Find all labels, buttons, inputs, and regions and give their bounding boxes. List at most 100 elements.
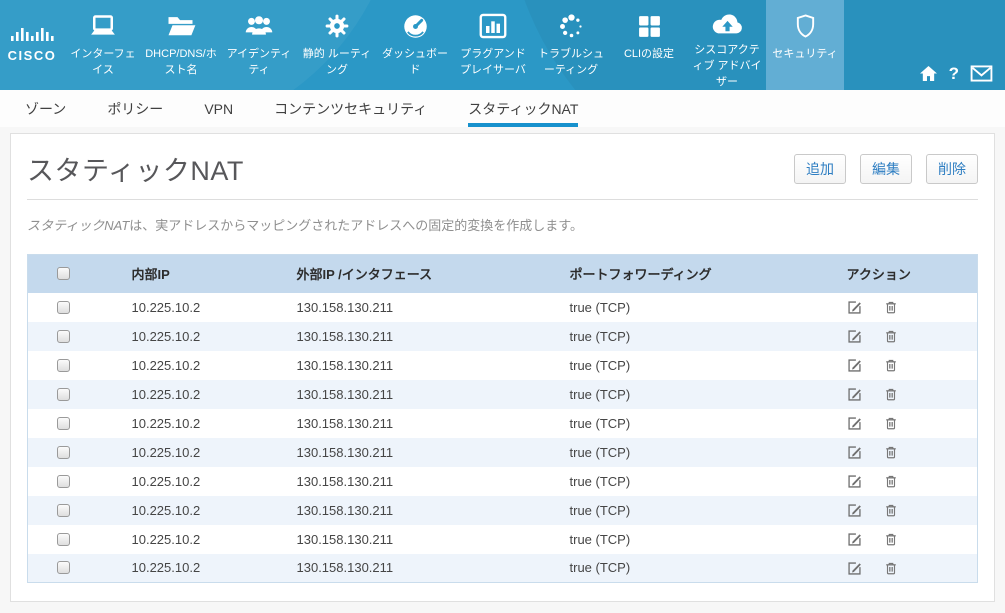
nav-item-interfaces[interactable]: インターフェイス [64, 0, 142, 90]
users-icon [244, 9, 274, 43]
trash-icon[interactable] [884, 474, 898, 489]
cell-actions [847, 554, 978, 583]
nav-item-dhcp-dns-hostname[interactable]: DHCP/DNS/ホスト名 [142, 0, 220, 90]
row-checkbox[interactable] [57, 359, 70, 372]
cell-external-ip: 130.158.130.211 [297, 351, 570, 380]
edit-icon[interactable] [847, 329, 862, 344]
select-all-checkbox[interactable] [57, 267, 70, 280]
row-select-cell [28, 554, 132, 583]
select-all-cell [28, 255, 132, 293]
row-select-cell [28, 380, 132, 409]
cisco-logo-text: CISCO [8, 48, 57, 63]
cell-internal-ip: 10.225.10.2 [132, 351, 297, 380]
row-checkbox[interactable] [57, 417, 70, 430]
static-nat-table: 内部IP 外部IP /インタフェース ポートフォワーディング アクション 10.… [27, 254, 978, 583]
trash-icon[interactable] [884, 561, 898, 576]
edit-icon[interactable] [847, 300, 862, 315]
delete-button[interactable]: 削除 [926, 154, 978, 184]
mail-icon[interactable] [970, 65, 993, 82]
tab-vpn[interactable]: VPN [204, 90, 233, 127]
edit-icon[interactable] [847, 561, 862, 576]
edit-icon[interactable] [847, 445, 862, 460]
edit-icon[interactable] [847, 503, 862, 518]
row-checkbox[interactable] [57, 561, 70, 574]
trash-icon[interactable] [884, 503, 898, 518]
row-checkbox[interactable] [57, 388, 70, 401]
nav-item-label: ダッシュボード [378, 46, 452, 78]
edit-icon[interactable] [847, 474, 862, 489]
cell-actions [847, 525, 978, 554]
cell-internal-ip: 10.225.10.2 [132, 438, 297, 467]
edit-button[interactable]: 編集 [860, 154, 912, 184]
cell-internal-ip: 10.225.10.2 [132, 554, 297, 583]
nav-item-cli-config[interactable]: CLIの設定 [610, 0, 688, 90]
edit-icon[interactable] [847, 387, 862, 402]
nav-item-cisco-active-advisor[interactable]: シスコアクティブ アドバイザー [688, 0, 766, 90]
cell-actions [847, 351, 978, 380]
cell-port-forwarding: true (TCP) [570, 467, 847, 496]
page-title: スタティックNAT [27, 149, 244, 188]
help-icon[interactable]: ? [949, 65, 959, 82]
cisco-logo-bars-icon [10, 27, 54, 46]
column-external-ip-interface: 外部IP /インタフェース [297, 255, 570, 293]
trash-icon[interactable] [884, 445, 898, 460]
description-text: は、実アドレスからマッピングされたアドレスへの固定的変換を作成します。 [129, 218, 583, 233]
row-checkbox[interactable] [57, 301, 70, 314]
cell-external-ip: 130.158.130.211 [297, 293, 570, 322]
cell-external-ip: 130.158.130.211 [297, 467, 570, 496]
description-emphasis: スタティックNAT [27, 218, 129, 233]
column-actions: アクション [847, 255, 978, 293]
panel-header: スタティックNAT 追加 編集 削除 [27, 134, 978, 199]
gear-icon [324, 9, 350, 43]
tab-content-security[interactable]: コンテンツセキュリティ [274, 90, 427, 127]
tab-zones[interactable]: ゾーン [25, 90, 66, 127]
nav-item-static-routing[interactable]: 静的 ルーティング [298, 0, 376, 90]
table-row: 10.225.10.2 130.158.130.211 true (TCP) [28, 409, 978, 438]
edit-icon[interactable] [847, 358, 862, 373]
trash-icon[interactable] [884, 358, 898, 373]
nav-item-dashboard[interactable]: ダッシュボード [376, 0, 454, 90]
home-icon[interactable] [919, 65, 938, 82]
cell-internal-ip: 10.225.10.2 [132, 496, 297, 525]
page-description: スタティックNATは、実アドレスからマッピングされたアドレスへの固定的変換を作成… [27, 215, 978, 234]
nav-item-troubleshooting[interactable]: トラブルシューティング [532, 0, 610, 90]
row-checkbox[interactable] [57, 446, 70, 459]
cell-port-forwarding: true (TCP) [570, 496, 847, 525]
nav-utility: ? [919, 65, 993, 82]
cell-actions [847, 293, 978, 322]
row-checkbox[interactable] [57, 504, 70, 517]
row-checkbox[interactable] [57, 475, 70, 488]
static-nat-panel: スタティックNAT 追加 編集 削除 スタティックNATは、実アドレスからマッピ… [10, 133, 995, 602]
table-body: 10.225.10.2 130.158.130.211 true (TCP) [28, 293, 978, 583]
cell-external-ip: 130.158.130.211 [297, 525, 570, 554]
header-divider [27, 199, 978, 200]
edit-icon[interactable] [847, 416, 862, 431]
trash-icon[interactable] [884, 387, 898, 402]
edit-icon[interactable] [847, 532, 862, 547]
trash-icon[interactable] [884, 300, 898, 315]
row-checkbox[interactable] [57, 330, 70, 343]
trash-icon[interactable] [884, 329, 898, 344]
cell-internal-ip: 10.225.10.2 [132, 525, 297, 554]
top-nav: CISCO インターフェイス DHC [0, 0, 1005, 90]
table-row: 10.225.10.2 130.158.130.211 true (TCP) [28, 380, 978, 409]
tab-policies[interactable]: ポリシー [107, 90, 163, 127]
trash-icon[interactable] [884, 416, 898, 431]
row-checkbox[interactable] [57, 533, 70, 546]
table-row: 10.225.10.2 130.158.130.211 true (TCP) [28, 467, 978, 496]
cell-port-forwarding: true (TCP) [570, 438, 847, 467]
cell-internal-ip: 10.225.10.2 [132, 293, 297, 322]
nav-item-security[interactable]: セキュリティ [766, 0, 844, 90]
spinner-icon [558, 9, 585, 43]
add-button[interactable]: 追加 [794, 154, 846, 184]
cloud-upload-icon [710, 9, 744, 39]
nav-item-label: シスコアクティブ アドバイザー [690, 42, 764, 90]
trash-icon[interactable] [884, 532, 898, 547]
cisco-logo[interactable]: CISCO [0, 0, 64, 90]
app-window: CISCO インターフェイス DHC [0, 0, 1005, 611]
table-header: 内部IP 外部IP /インタフェース ポートフォワーディング アクション [28, 255, 978, 293]
nav-item-identity[interactable]: アイデンティティ [220, 0, 298, 90]
tab-static-nat[interactable]: スタティックNAT [468, 90, 578, 127]
nav-item-plug-and-play-server[interactable]: プラグアンドプレイサーバ [454, 0, 532, 90]
cell-internal-ip: 10.225.10.2 [132, 322, 297, 351]
